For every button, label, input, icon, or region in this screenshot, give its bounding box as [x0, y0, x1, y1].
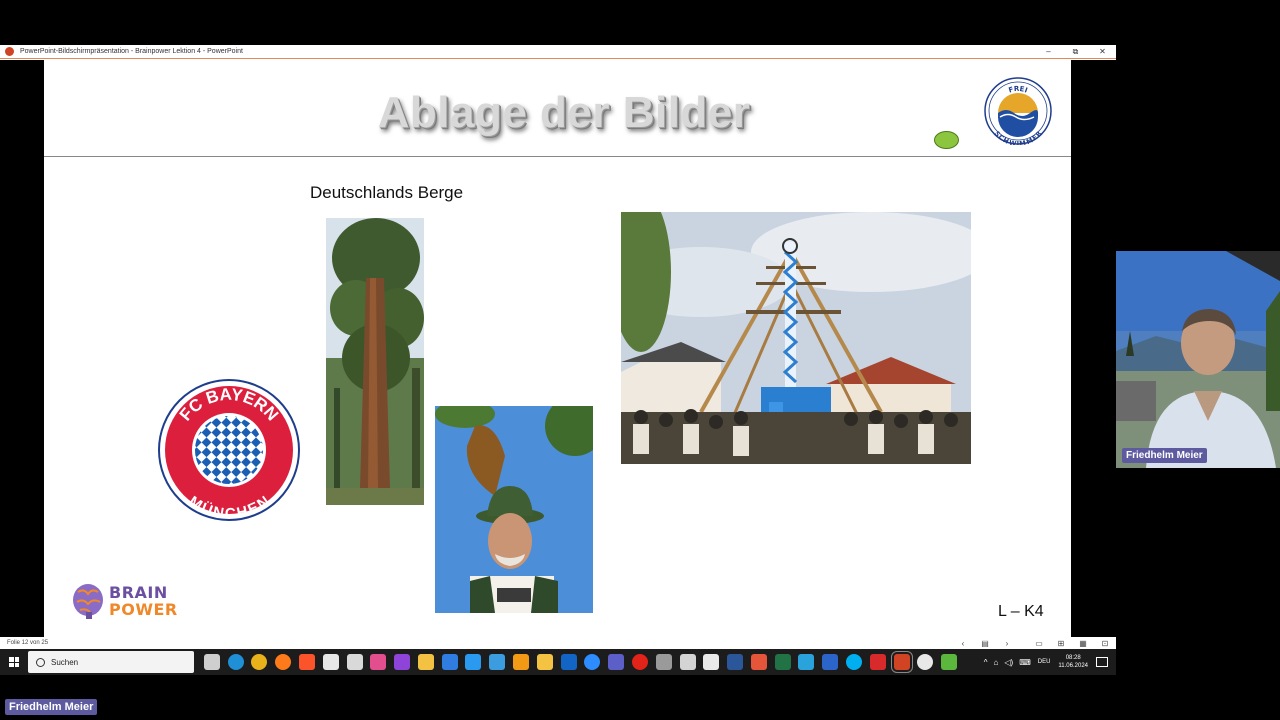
- screen: PowerPoint-Bildschirmpräsentation - Brai…: [0, 0, 1280, 720]
- teams-icon[interactable]: [608, 654, 625, 670]
- participant-name-tag: Friedhelm Meier: [1122, 448, 1207, 463]
- clock-date: 11.06.2024: [1058, 663, 1088, 669]
- system-tray: ^ ⌂ ◁) ⌨ DEU 08:28 11.06.2024: [981, 649, 1116, 675]
- slideshow-view-button[interactable]: ⊡: [1094, 639, 1116, 648]
- font-app-icon[interactable]: [822, 654, 839, 670]
- excel-icon[interactable]: [774, 654, 791, 670]
- keyboard-icon[interactable]: ⌨: [1019, 658, 1031, 667]
- camtasia-icon[interactable]: [941, 654, 958, 670]
- outlook-icon[interactable]: [560, 654, 577, 670]
- firefox-icon[interactable]: [275, 654, 292, 670]
- taskbar-apps: [200, 651, 961, 673]
- start-button[interactable]: [0, 649, 28, 675]
- clock-time: 08:28: [1065, 655, 1081, 661]
- search-placeholder: Suchen: [51, 657, 79, 667]
- restore-button[interactable]: ⧉: [1062, 47, 1089, 57]
- zoom-icon[interactable]: [584, 654, 601, 670]
- frei-schwimmer-badge: FREI SCHWIMMER: [984, 77, 1052, 145]
- task-view-icon[interactable]: [203, 654, 220, 670]
- taskbar-search-box[interactable]: Suchen: [28, 651, 194, 673]
- next-slide-button[interactable]: ›: [996, 639, 1018, 648]
- paint-icon[interactable]: [370, 654, 387, 670]
- window-title: PowerPoint-Bildschirmpräsentation - Brai…: [20, 48, 243, 55]
- slide-subtitle: Deutschlands Berge: [310, 183, 464, 202]
- minimize-button[interactable]: –: [1035, 47, 1062, 56]
- onedrive-icon[interactable]: [465, 654, 482, 670]
- media-player-icon[interactable]: [917, 654, 934, 670]
- maypole-festival-photo[interactable]: [621, 212, 971, 464]
- download-icon[interactable]: [750, 654, 767, 670]
- record-icon[interactable]: [631, 654, 648, 670]
- word-icon[interactable]: [727, 654, 744, 670]
- power-word: POWER: [109, 600, 178, 619]
- taskbar: Suchen ^ ⌂ ◁) ⌨ DEU 08:28 11.06.2024: [0, 649, 1116, 675]
- fc-bayern-logo: FC BAYERN MÜNCHEN: [158, 379, 300, 522]
- sequoia-tree-photo[interactable]: [326, 218, 424, 505]
- slide-menu-button[interactable]: ▤: [974, 639, 996, 648]
- brain-word: BRAIN: [109, 583, 168, 602]
- purple-app-icon[interactable]: [394, 654, 411, 670]
- reading-view-button[interactable]: ▦: [1072, 639, 1094, 648]
- slide-sorter-button[interactable]: ⊞: [1050, 639, 1072, 648]
- notifications-icon[interactable]: [1096, 657, 1108, 667]
- volume-icon[interactable]: ◁): [1004, 658, 1013, 667]
- brain-icon: [73, 584, 103, 619]
- title-divider: [44, 156, 1071, 157]
- powerpoint-window: PowerPoint-Bildschirmpräsentation - Brai…: [0, 45, 1116, 675]
- telegram-icon[interactable]: [798, 654, 815, 670]
- previous-slide-button[interactable]: ‹: [952, 639, 974, 648]
- red-app-icon[interactable]: [869, 654, 886, 670]
- tray-chevron-icon[interactable]: ^: [984, 658, 988, 667]
- bavarian-man-with-hat-photo[interactable]: [435, 406, 593, 613]
- slide-counter: Folie 12 von 25: [7, 640, 49, 646]
- clock[interactable]: 08:28 11.06.2024: [1058, 654, 1088, 670]
- sync-icon[interactable]: [489, 654, 506, 670]
- document-icon[interactable]: [703, 654, 720, 670]
- slide[interactable]: Ablage der Bilder FREI SCHWIMMER Deutsch…: [44, 60, 1071, 637]
- chat-icon[interactable]: [536, 654, 553, 670]
- chrome-icon[interactable]: [251, 654, 268, 670]
- green-pointer-dot: [934, 131, 959, 149]
- slide-title: Ablage der Bilder: [377, 88, 751, 137]
- self-name-tag: Friedhelm Meier: [5, 699, 98, 715]
- brain-power-logo: BRAIN POWER: [72, 582, 178, 620]
- network-icon[interactable]: ⌂: [994, 658, 999, 667]
- slide-stage[interactable]: Ablage der Bilder FREI SCHWIMMER Deutsch…: [0, 60, 1116, 637]
- edge-icon[interactable]: [227, 654, 244, 670]
- explorer-icon[interactable]: [417, 654, 434, 670]
- store-icon[interactable]: [346, 654, 363, 670]
- title-bar: PowerPoint-Bildschirmpräsentation - Brai…: [0, 45, 1116, 59]
- device-icon[interactable]: [679, 654, 696, 670]
- microphone-icon[interactable]: [655, 654, 672, 670]
- lesson-code: L – K4: [998, 603, 1044, 620]
- skype-icon[interactable]: [845, 654, 862, 670]
- powerpoint-icon[interactable]: [890, 651, 913, 673]
- status-bar: Folie 12 von 25 ‹ ▤ › ▭ ⊞ ▦ ⊡: [0, 637, 1116, 649]
- windows-icon: [9, 657, 19, 667]
- sunburst-icon[interactable]: [513, 654, 530, 670]
- normal-view-button[interactable]: ▭: [1028, 639, 1050, 648]
- brave-icon[interactable]: [299, 654, 316, 670]
- yahoo-icon[interactable]: [322, 654, 339, 670]
- powerpoint-app-icon: [5, 47, 14, 56]
- dropbox-icon[interactable]: [441, 654, 458, 670]
- close-button[interactable]: ✕: [1089, 47, 1116, 56]
- participant-video-frame: [1116, 251, 1280, 468]
- search-icon: [36, 657, 45, 667]
- language-indicator[interactable]: DEU: [1038, 659, 1051, 665]
- participant-video[interactable]: Friedhelm Meier: [1116, 251, 1280, 468]
